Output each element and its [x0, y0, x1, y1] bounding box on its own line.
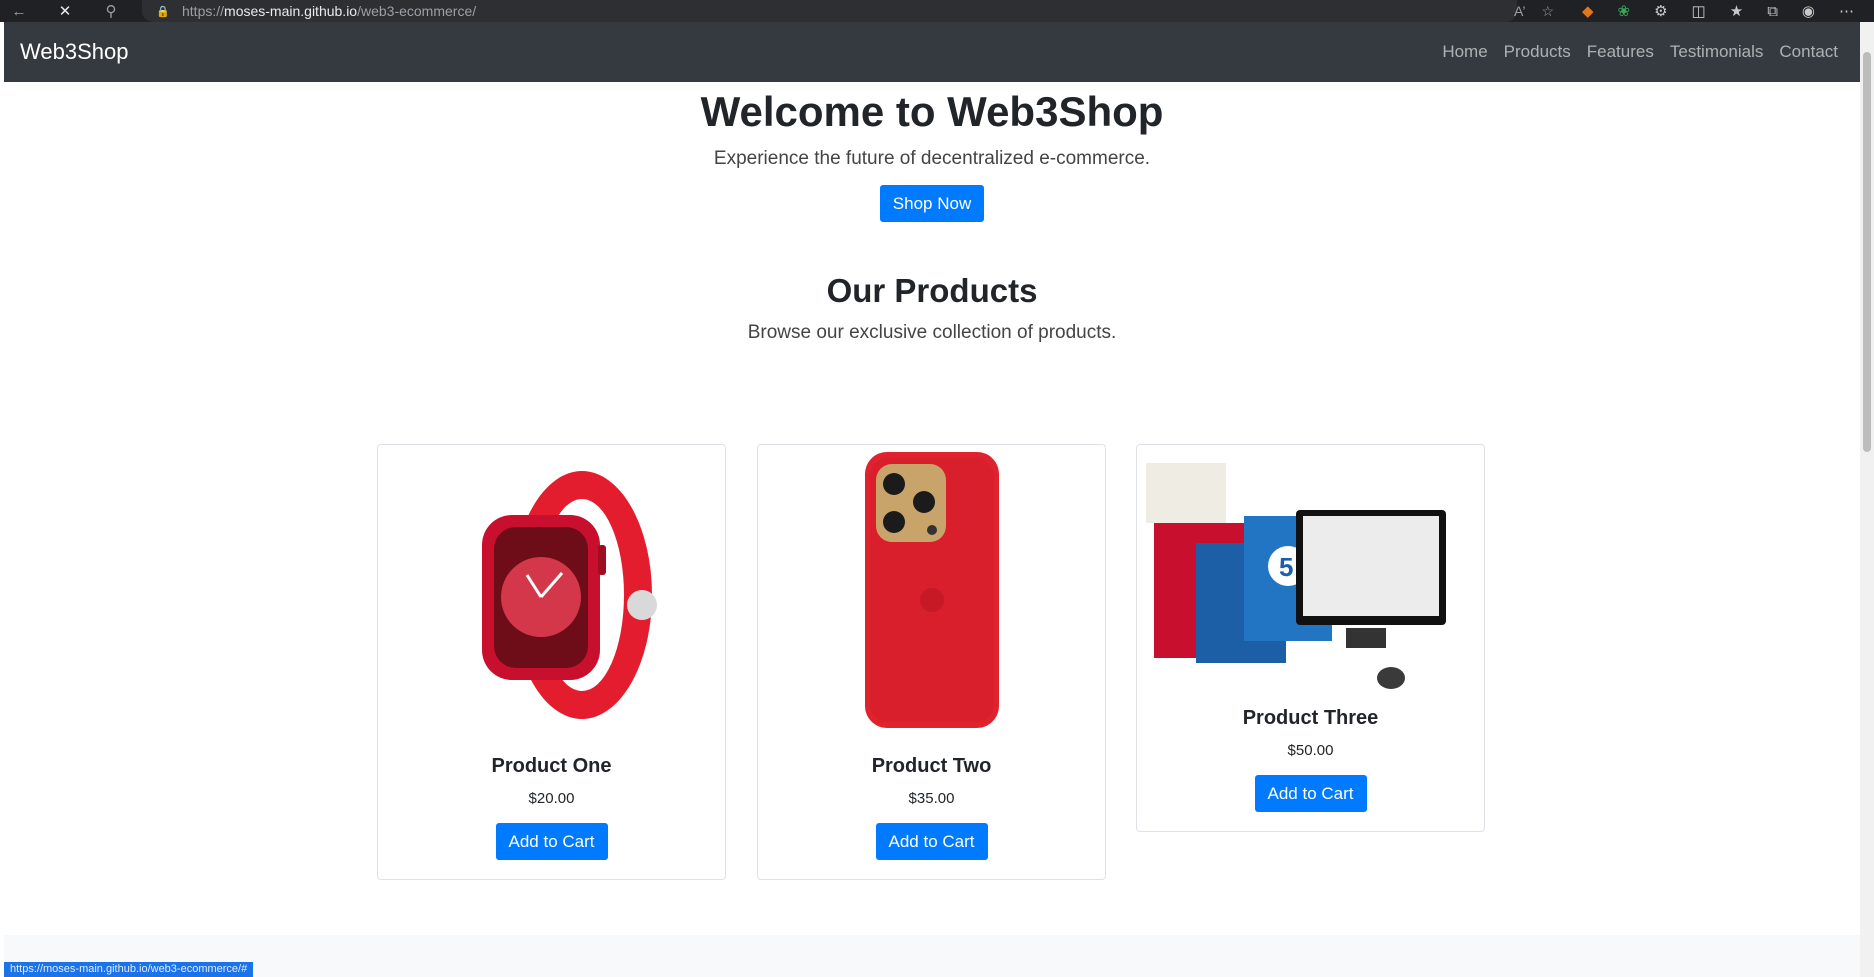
address-bar[interactable]: 🔒 https://moses-main.github.io/web3-ecom…: [142, 0, 1517, 22]
profile-icon[interactable]: ◉: [1802, 2, 1815, 20]
product-price: $20.00: [528, 790, 575, 807]
shopping-bags-monitor-image: 5: [1137, 445, 1484, 695]
more-icon[interactable]: ⋯: [1839, 2, 1854, 20]
brand-logo[interactable]: Web3Shop: [20, 39, 128, 65]
hero-subtitle: Experience the future of decentralized e…: [713, 148, 1151, 169]
products-title: Our Products: [826, 272, 1038, 309]
add-to-cart-button[interactable]: Add to Cart: [875, 823, 988, 860]
read-aloud-icon[interactable]: A’: [1514, 3, 1525, 19]
favorites-icon[interactable]: ★: [1730, 2, 1743, 20]
red-phone-case-image: [758, 445, 1105, 745]
products-subtitle: Browse our exclusive collection of produ…: [747, 322, 1117, 343]
product-card: 5 Product Three $50.00 Add to Cart: [1136, 444, 1485, 832]
close-icon[interactable]: ✕: [54, 0, 76, 22]
nav-testimonials[interactable]: Testimonials: [1670, 42, 1764, 62]
product-name: Product Three: [1242, 707, 1379, 729]
metamask-icon[interactable]: ◆: [1582, 2, 1594, 20]
product-name: Product One: [491, 755, 612, 777]
browser-toolbar: ← ✕ ⚲ 🔒 https://moses-main.github.io/web…: [0, 0, 1874, 22]
nav-home[interactable]: Home: [1442, 42, 1487, 62]
product-card: Product One $20.00 Add to Cart: [377, 444, 726, 880]
next-section: [4, 935, 1860, 977]
extension-leaf-icon[interactable]: ❀: [1618, 2, 1631, 20]
shop-now-button[interactable]: Shop Now: [879, 185, 985, 222]
nav-features[interactable]: Features: [1587, 42, 1654, 62]
products-section: Our Products Browse our exclusive collec…: [4, 270, 1860, 344]
nav-contact[interactable]: Contact: [1779, 42, 1838, 62]
search-icon[interactable]: ⚲: [100, 0, 122, 22]
status-bar-url: https://moses-main.github.io/web3-ecomme…: [4, 962, 254, 977]
scrollbar-thumb[interactable]: [1863, 52, 1871, 452]
url-text[interactable]: https://moses-main.github.io/web3-ecomme…: [182, 3, 476, 19]
hero-title: Welcome to Web3Shop: [700, 88, 1164, 135]
split-screen-icon[interactable]: ◫: [1692, 2, 1706, 20]
hero-section: Welcome to Web3Shop Experience the futur…: [4, 82, 1860, 222]
add-to-cart-button[interactable]: Add to Cart: [495, 823, 608, 860]
main-content: Welcome to Web3Shop Experience the futur…: [4, 82, 1860, 977]
red-smartwatch-image: [378, 445, 725, 745]
nav-products[interactable]: Products: [1504, 42, 1571, 62]
lock-icon[interactable]: 🔒: [156, 4, 170, 18]
favorite-star-icon[interactable]: ☆: [1541, 3, 1554, 20]
product-card: Product Two $35.00 Add to Cart: [757, 444, 1106, 880]
site-navbar: Web3Shop Home Products Features Testimon…: [4, 22, 1860, 82]
scrollbar[interactable]: [1860, 22, 1874, 977]
product-price: $50.00: [1287, 742, 1334, 759]
product-name: Product Two: [871, 755, 992, 777]
back-icon[interactable]: ←: [8, 0, 30, 22]
nav-links: Home Products Features Testimonials Cont…: [1442, 22, 1838, 82]
add-to-cart-button[interactable]: Add to Cart: [1254, 775, 1367, 812]
extensions-icon[interactable]: ⚙: [1654, 2, 1667, 20]
product-price: $35.00: [908, 790, 955, 807]
collections-icon[interactable]: ⧉: [1767, 3, 1778, 20]
svg-text:5: 5: [1279, 552, 1293, 582]
